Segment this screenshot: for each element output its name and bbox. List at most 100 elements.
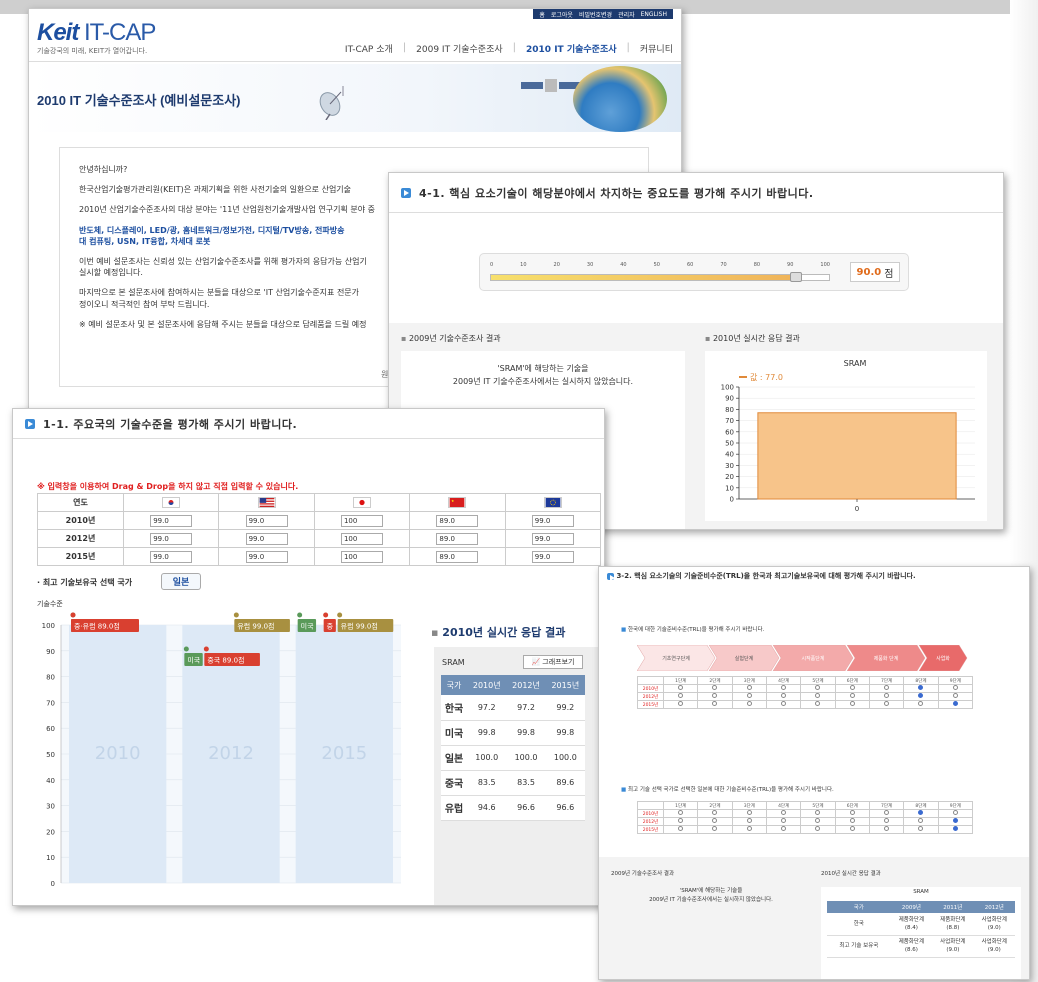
- score-input[interactable]: 100: [340, 514, 383, 527]
- score-input[interactable]: 99.0: [245, 514, 288, 527]
- score-input[interactable]: 99.0: [150, 514, 193, 527]
- score-input[interactable]: 100: [340, 550, 383, 563]
- trl-radio[interactable]: [918, 810, 924, 815]
- view-graph-button[interactable]: 📈 그래프보기: [523, 655, 583, 669]
- trl-radio[interactable]: [952, 818, 958, 823]
- radio-cell: [834, 684, 870, 693]
- trl-radio[interactable]: [781, 818, 787, 823]
- trl-radio[interactable]: [746, 701, 752, 706]
- value-marker-label: 중: [327, 623, 334, 631]
- trl-radio[interactable]: [952, 685, 958, 690]
- score-input[interactable]: 99.0: [150, 550, 193, 563]
- score-input[interactable]: 99.0: [531, 550, 574, 563]
- trl-radio[interactable]: [712, 826, 718, 831]
- score-input[interactable]: 99.0: [531, 532, 574, 545]
- leader-country-button[interactable]: 일본: [161, 573, 201, 590]
- satellite-dish-icon: [319, 86, 344, 120]
- radio-cell: [868, 809, 905, 818]
- trl-radio[interactable]: [884, 693, 890, 698]
- trl-radio[interactable]: [952, 701, 958, 706]
- score-input[interactable]: 99.0: [150, 532, 193, 545]
- score-input[interactable]: 89.0: [436, 514, 479, 527]
- page-banner: 2010 IT 기술수준조사 (예비설문조사): [29, 64, 681, 132]
- nav-item-2009-survey[interactable]: 2009 IT 기술수준조사: [416, 42, 502, 55]
- trl-radio[interactable]: [815, 685, 821, 690]
- admin-link[interactable]: 관리자: [618, 10, 635, 19]
- trl-radio[interactable]: [849, 810, 855, 815]
- trl-radio[interactable]: [918, 701, 924, 706]
- trl-radio[interactable]: [678, 693, 684, 698]
- trl-radio[interactable]: [712, 701, 718, 706]
- slider-tick-label: 30: [586, 262, 594, 268]
- home-link[interactable]: 홈: [539, 10, 545, 19]
- col-header-korea: [122, 493, 220, 512]
- score-input[interactable]: 99.0: [245, 550, 288, 563]
- trl-radio[interactable]: [884, 685, 890, 690]
- score-input[interactable]: 89.0: [436, 532, 479, 545]
- trl-radio[interactable]: [849, 693, 855, 698]
- trl-radio[interactable]: [918, 693, 924, 698]
- english-link[interactable]: ENGLISH: [641, 11, 667, 18]
- trl-radio[interactable]: [815, 701, 821, 706]
- trl-radio[interactable]: [678, 685, 684, 690]
- logout-link[interactable]: 로그아웃: [551, 10, 573, 19]
- slider-handle[interactable]: [790, 272, 802, 282]
- trl-radio[interactable]: [781, 826, 787, 831]
- trl-radio[interactable]: [815, 818, 821, 823]
- trl-radio[interactable]: [952, 693, 958, 698]
- change-password-link[interactable]: 비밀번호변경: [579, 10, 612, 19]
- trl-radio[interactable]: [781, 685, 787, 690]
- trl-radio[interactable]: [678, 818, 684, 823]
- score-input[interactable]: 99.0: [531, 514, 574, 527]
- trl-radio[interactable]: [746, 818, 752, 823]
- slider-value-box[interactable]: 90.0 점: [850, 262, 900, 282]
- trl-radio[interactable]: [712, 810, 718, 815]
- trl-radio[interactable]: [884, 810, 890, 815]
- trl-radio[interactable]: [952, 810, 958, 815]
- radio-cell: [903, 825, 939, 834]
- col-header: 국가: [441, 675, 468, 695]
- letter-fields-line: 대 컴퓨팅, USN, IT융합, 차세대 로봇: [79, 236, 211, 246]
- y-tick-label: 30: [725, 462, 734, 470]
- trl-radio[interactable]: [884, 826, 890, 831]
- trl-radio[interactable]: [815, 693, 821, 698]
- slider-track[interactable]: [490, 274, 830, 281]
- trl-radio[interactable]: [849, 685, 855, 690]
- trl-radio[interactable]: [918, 685, 924, 690]
- trl-radio[interactable]: [884, 818, 890, 823]
- trl-radio[interactable]: [678, 701, 684, 706]
- site-logo[interactable]: Keit IT-CAP: [37, 19, 156, 47]
- trl-radio[interactable]: [712, 693, 718, 698]
- trl-radio[interactable]: [712, 685, 718, 690]
- y-tick-label: 30: [46, 803, 55, 811]
- score-input[interactable]: 100: [340, 532, 383, 545]
- trl-radio[interactable]: [918, 826, 924, 831]
- trl-radio[interactable]: [884, 701, 890, 706]
- trl-radio[interactable]: [746, 685, 752, 690]
- score-input[interactable]: 99.0: [245, 532, 288, 545]
- score-input[interactable]: 89.0: [436, 550, 479, 563]
- table-row: 일본 100.0 100.0 100.0: [441, 745, 585, 771]
- trl-radio[interactable]: [746, 810, 752, 815]
- trl-radio[interactable]: [746, 826, 752, 831]
- trl-radio[interactable]: [678, 826, 684, 831]
- trl-radio[interactable]: [849, 701, 855, 706]
- radio-cell: [697, 817, 733, 826]
- trl-radio[interactable]: [781, 693, 787, 698]
- nav-item-about[interactable]: IT-CAP 소개: [345, 42, 393, 55]
- trl-radio[interactable]: [849, 826, 855, 831]
- trl-radio[interactable]: [952, 826, 958, 831]
- trl-radio[interactable]: [849, 818, 855, 823]
- trl-radio[interactable]: [815, 826, 821, 831]
- trl-radio[interactable]: [746, 693, 752, 698]
- trl-radio[interactable]: [781, 701, 787, 706]
- trl-radio[interactable]: [815, 810, 821, 815]
- nav-item-community[interactable]: 커뮤니티: [640, 42, 673, 55]
- input-cell: 89.0: [409, 511, 506, 530]
- trl-radio[interactable]: [678, 810, 684, 815]
- nav-item-2010-survey[interactable]: 2010 IT 기술수준조사: [526, 42, 616, 55]
- trl-radio[interactable]: [781, 810, 787, 815]
- trl-radio[interactable]: [712, 818, 718, 823]
- trl-radio[interactable]: [918, 818, 924, 823]
- y-tick-label: 80: [725, 406, 734, 414]
